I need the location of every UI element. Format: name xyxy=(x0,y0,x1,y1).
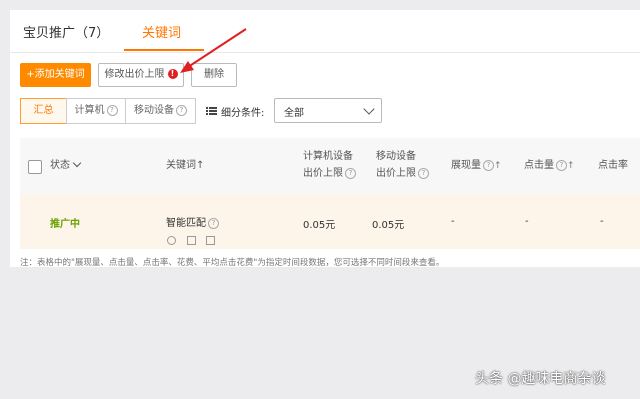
footnote: 注：表格中的"展现量、点击量、点击率、花费、平均点击花费"为指定时间段数据，您可… xyxy=(20,258,445,268)
watermark: 头条 @趣味电商杂谈 xyxy=(475,371,606,387)
annotation-arrow xyxy=(180,28,247,73)
